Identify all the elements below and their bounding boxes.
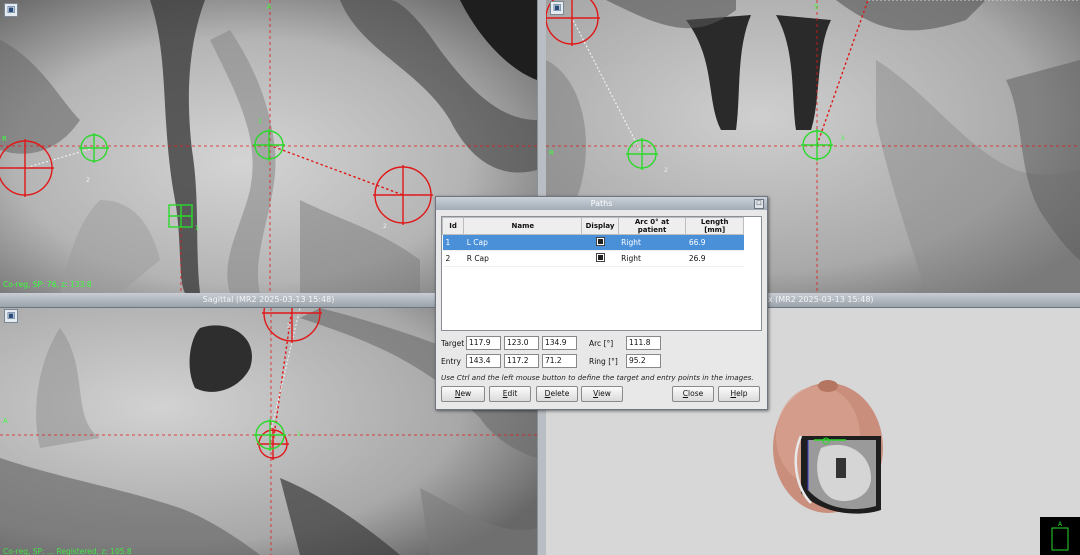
paths-dialog-title: Paths: [590, 199, 613, 208]
table-row[interactable]: 1 L Cap Right 66.9: [442, 234, 744, 251]
row-length: 66.9: [685, 234, 744, 251]
svg-text:A: A: [267, 3, 272, 11]
entry-label: Entry: [441, 357, 461, 366]
entry-z-field[interactable]: 71.2: [542, 354, 577, 368]
entry-x-field[interactable]: 143.4: [466, 354, 501, 368]
ring-field[interactable]: 95.2: [626, 354, 661, 368]
col-length[interactable]: Length [mm]: [685, 217, 744, 235]
close-button[interactable]: Close: [672, 386, 714, 402]
edit-button[interactable]: Edit: [489, 386, 531, 402]
svg-text:S: S: [814, 3, 819, 11]
instruction-text: Use Ctrl and the left mouse button to de…: [441, 373, 754, 382]
sagittal-camera-button[interactable]: ▣: [4, 309, 18, 323]
arc-field[interactable]: 111.8: [626, 336, 661, 350]
arc-label: Arc [°]: [589, 339, 614, 348]
new-button[interactable]: New: [441, 386, 485, 402]
row-id: 1: [442, 234, 464, 251]
help-button[interactable]: Help: [718, 386, 760, 402]
svg-text:R: R: [2, 135, 7, 143]
target-z-field[interactable]: 134.9: [542, 336, 577, 350]
svg-text:R: R: [549, 149, 554, 157]
box3d-title: t box (MR2 2025-03-13 15:48): [752, 295, 874, 304]
col-id[interactable]: Id: [441, 217, 465, 235]
col-name[interactable]: Name: [463, 217, 583, 235]
paths-dialog[interactable]: Paths ☐ Id Name Display Arc 0° at patien…: [435, 196, 768, 410]
svg-text:1: 1: [297, 431, 301, 438]
target-y-field[interactable]: 123.0: [504, 336, 539, 350]
svg-text:1: 1: [841, 135, 845, 142]
svg-text:2: 2: [287, 323, 291, 330]
row-name: L Cap: [463, 234, 582, 251]
coronal-camera-button[interactable]: ▣: [550, 1, 564, 15]
svg-text:1: 1: [258, 118, 262, 125]
view-button[interactable]: View: [581, 386, 623, 402]
sagittal-status: Co-reg, SP: ... Registered, z: 105.8: [3, 547, 132, 555]
svg-text:1: 1: [195, 225, 199, 232]
row-length: 26.9: [685, 250, 744, 267]
target-x-field[interactable]: 117.9: [466, 336, 501, 350]
axial-camera-button[interactable]: ▣: [4, 3, 18, 17]
entry-y-field[interactable]: 117.2: [504, 354, 539, 368]
svg-text:2: 2: [86, 177, 90, 184]
row-arc: Right: [618, 250, 686, 267]
row-arc: Right: [618, 234, 686, 251]
col-arc[interactable]: Arc 0° at patient: [617, 217, 687, 235]
close-icon[interactable]: ☐: [754, 199, 764, 209]
svg-text:2: 2: [664, 167, 668, 174]
paths-dialog-titlebar[interactable]: Paths ☐: [436, 197, 767, 210]
row-id: 2: [442, 250, 464, 267]
display-checkbox[interactable]: [581, 234, 619, 251]
row-name: R Cap: [463, 250, 582, 267]
delete-button[interactable]: Delete: [536, 386, 578, 402]
sagittal-title: Sagittal (MR2 2025-03-13 15:48): [202, 295, 335, 304]
ring-label: Ring [°]: [589, 357, 618, 366]
svg-text:A: A: [3, 417, 8, 425]
display-checkbox[interactable]: [581, 250, 619, 267]
axial-status: Co-reg, SP: 76, z: 133.8: [3, 280, 92, 289]
col-display[interactable]: Display: [581, 217, 619, 235]
table-row[interactable]: 2 R Cap Right 26.9: [442, 250, 744, 267]
paths-table[interactable]: Id Name Display Arc 0° at patient Length…: [441, 216, 762, 331]
svg-text:2: 2: [383, 223, 387, 230]
target-label: Target: [441, 339, 465, 348]
